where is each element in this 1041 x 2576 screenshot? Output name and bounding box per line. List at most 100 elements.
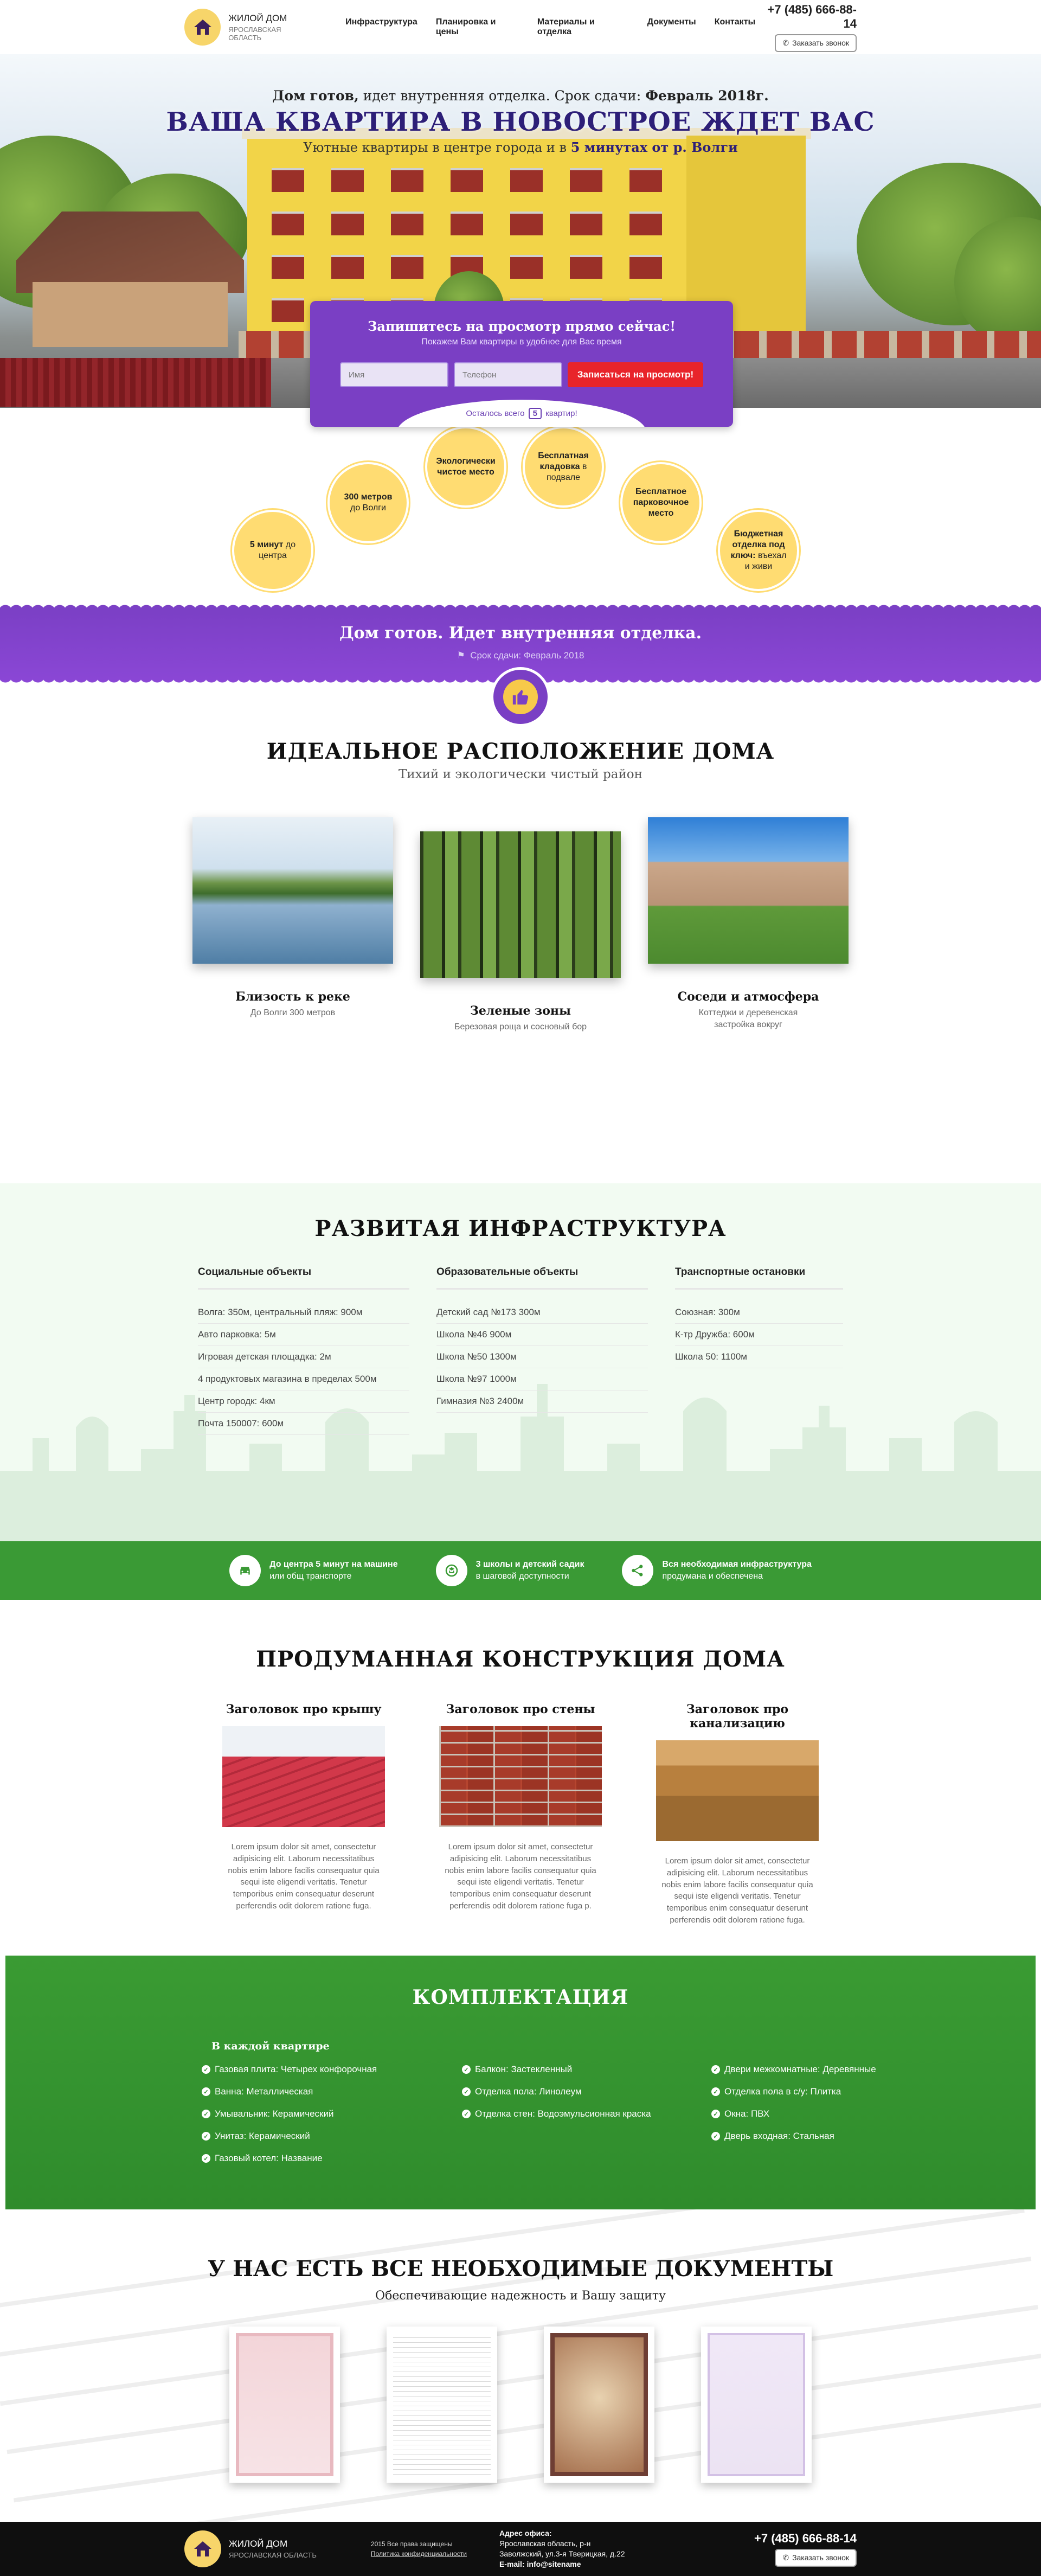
footer-callback-button[interactable]: ✆ Заказать звонок	[775, 2548, 857, 2567]
main-nav: Инфраструктура Планировка и цены Материа…	[345, 17, 755, 37]
features-section: 5 минут до центра 300 метров до Волги Эк…	[0, 408, 1041, 603]
construction-column-title: Заголовок про стены	[446, 1702, 595, 1716]
infra-item: Школа №97 1000м	[436, 1368, 648, 1390]
construction-column: Заголовок про канализацию Lorem ipsum do…	[656, 1702, 819, 1926]
infrastructure-title: РАЗВИТАЯ ИНФРАСТРУКТУРА	[314, 1216, 727, 1241]
document-thumbnail[interactable]	[387, 2327, 497, 2483]
nav-contacts[interactable]: Контакты	[715, 17, 755, 37]
infra-column-title: Образовательные объекты	[436, 1266, 648, 1290]
check-icon: ✓	[711, 2110, 720, 2118]
equipment-column: ✓ Двери межкомнатные: Деревянные ✓ Отделка…	[711, 2064, 896, 2175]
location-card: Зеленые зоны Березовая роща и сосновый б…	[420, 817, 621, 1033]
signup-submit-button[interactable]: Записаться на просмотр!	[568, 362, 703, 387]
infra-column-social: Социальные объекты Волга: 350м, централь…	[198, 1266, 409, 1435]
site-header: ЖИЛОЙ ДОМ ЯРОСЛАВСКАЯ ОБЛАСТЬ Инфраструк…	[0, 0, 1041, 54]
location-card-desc: До Волги 300 метров	[250, 1008, 336, 1017]
check-icon: ✓	[202, 2110, 210, 2118]
equipment-column: ✓ Балкон: Застекленный ✓ Отделка пола: Лин…	[462, 2064, 652, 2175]
highlight-title: 3 школы и детский садик	[475, 1560, 584, 1569]
feature-circle: 5 минут до центра	[232, 510, 313, 591]
location-card: Соседи и атмосфера Коттеджи и деревенска…	[648, 817, 849, 1033]
status-date: ⚑ Срок сдачи: Февраль 2018	[457, 650, 584, 661]
form-title: Запишитесь на просмотр прямо сейчас!	[368, 318, 676, 334]
construction-column-title: Заголовок про канализацию	[686, 1702, 789, 1731]
infra-item: Гимназия №3 2400м	[436, 1390, 648, 1413]
infra-item: Почта 150007: 600м	[198, 1413, 409, 1435]
form-subtitle: Покажем Вам квартиры в удобное для Вас в…	[421, 337, 622, 347]
infra-item: Игровая детская площадка: 2м	[198, 1346, 409, 1368]
construction-column-text: Lorem ipsum dolor sit amet, consectetur …	[445, 1842, 596, 1911]
equipment-item: ✓ Балкон: Застекленный	[462, 2064, 652, 2075]
equipment-item: ✓ Умывальник: Керамический	[202, 2109, 402, 2119]
document-thumbnail[interactable]	[701, 2327, 812, 2483]
house-roof-illustration	[16, 212, 244, 293]
location-card-title: Близость к реке	[235, 990, 350, 1004]
construction-column: Заголовок про крышу Lorem ipsum dolor si…	[222, 1702, 385, 1926]
fence-illustration	[0, 358, 304, 407]
hero-title: ВАША КВАРТИРА В НОВОСТРОЕ ЖДЕТ ВАС	[166, 107, 875, 137]
footer-logo[interactable]: ЖИЛОЙ ДОМ ЯРОСЛАВСКАЯ ОБЛАСТЬ	[184, 2530, 317, 2567]
highlight-title: До центра 5 минут на машине	[269, 1560, 398, 1569]
documents-subtitle: Обеспечивающие надежность и Вашу защиту	[375, 2289, 666, 2303]
name-input[interactable]	[340, 362, 448, 387]
nav-layouts-prices[interactable]: Планировка и цены	[436, 17, 519, 37]
document-thumbnail[interactable]	[229, 2327, 340, 2483]
infrastructure-highlights: До центра 5 минут на машине или общ транс…	[0, 1541, 1041, 1600]
nav-documents[interactable]: Документы	[647, 17, 696, 37]
feature-circle: Бесплатная кладовка в подвале	[523, 426, 604, 508]
remaining-count: 5	[528, 408, 542, 419]
highlight-item: До центра 5 минут на машине или общ транс…	[229, 1555, 398, 1586]
location-card-desc: Березовая роща и сосновый бор	[454, 1022, 587, 1031]
check-icon: ✓	[202, 2154, 210, 2163]
location-card-title: Зеленые зоны	[470, 1004, 571, 1018]
callback-label: Заказать звонок	[792, 2553, 849, 2562]
feature-circle: Бюджетная отделка под ключ: въехал и жив…	[718, 510, 799, 591]
equipment-item: ✓ Дверь входная: Стальная	[711, 2131, 896, 2142]
status-title: Дом готов. Идет внутренняя отделка.	[339, 624, 702, 643]
document-thumbnail[interactable]	[544, 2327, 654, 2483]
construction-column-text: Lorem ipsum dolor sit amet, consectetur …	[228, 1842, 380, 1911]
check-icon: ✓	[462, 2110, 471, 2118]
logo[interactable]: ЖИЛОЙ ДОМ ЯРОСЛАВСКАЯ ОБЛАСТЬ	[184, 9, 315, 46]
construction-column-text: Lorem ipsum dolor sit amet, consectetur …	[661, 1856, 813, 1925]
remaining-apartments: Осталось всего 5 квартир!	[466, 408, 577, 419]
construction-section: ПРОДУМАННАЯ КОНСТРУКЦИЯ ДОМА Заголовок п…	[0, 1600, 1041, 1956]
highlight-text: продумана и обеспечена	[662, 1572, 763, 1581]
phone-input[interactable]	[454, 362, 562, 387]
sewage-pipe-photo	[656, 1740, 819, 1841]
school-icon	[435, 1555, 467, 1586]
privacy-policy-link[interactable]: Политика конфиденциальности	[371, 2549, 467, 2559]
feature-circle: Экологически чистое место	[425, 426, 506, 508]
phone-icon: ✆	[782, 38, 789, 47]
equipment-title: КОМПЛЕКТАЦИЯ	[412, 1986, 629, 2009]
footer-phone[interactable]: +7 (485) 666-88-14	[754, 2532, 857, 2546]
check-icon: ✓	[711, 2132, 720, 2141]
location-title: ИДЕАЛЬНОЕ РАСПОЛОЖЕНИЕ ДОМА	[266, 739, 775, 764]
nav-materials[interactable]: Материалы и отделка	[537, 17, 629, 37]
header-phone[interactable]: +7 (485) 666-88-14	[755, 3, 857, 31]
phone-icon: ✆	[782, 2553, 789, 2562]
highlight-item: Вся необходимая инфраструктура продумана …	[622, 1555, 812, 1586]
house-wall-illustration	[33, 282, 228, 347]
callback-button[interactable]: ✆ Заказать звонок	[775, 34, 857, 52]
check-icon: ✓	[462, 2087, 471, 2096]
check-icon: ✓	[202, 2087, 210, 2096]
flag-icon: ⚑	[457, 650, 465, 661]
equipment-item: ✓ Окна: ПВХ	[711, 2109, 896, 2119]
copyright: 2015 Все права защищены	[370, 2540, 453, 2548]
equipment-item: ✓ Отделка пола в с/у: Плитка	[711, 2086, 896, 2097]
check-icon: ✓	[711, 2087, 720, 2096]
documents-title: У НАС ЕСТЬ ВСЕ НЕОБХОДИМЫЕ ДОКУМЕНТЫ	[207, 2256, 834, 2282]
brick-wall-photo	[439, 1726, 602, 1827]
equipment-item: ✓ Газовая плита: Четырех конфорочная	[202, 2064, 402, 2075]
office-address: Адрес офиса: Ярославская область, р-н За…	[499, 2529, 625, 2568]
share-icon	[622, 1555, 654, 1586]
nav-infrastructure[interactable]: Инфраструктура	[345, 17, 417, 37]
infra-column-transport: Транспортные остановки Союзная: 300м К-т…	[675, 1266, 843, 1435]
infra-column-title: Социальные объекты	[198, 1266, 409, 1290]
forest-photo	[420, 831, 621, 978]
location-card: Близость к реке До Волги 300 метров	[192, 817, 393, 1033]
infra-item: Авто парковка: 5м	[198, 1324, 409, 1346]
infra-item: Волга: 350м, центральный пляж: 900м	[198, 1302, 409, 1324]
river-photo	[192, 817, 393, 964]
